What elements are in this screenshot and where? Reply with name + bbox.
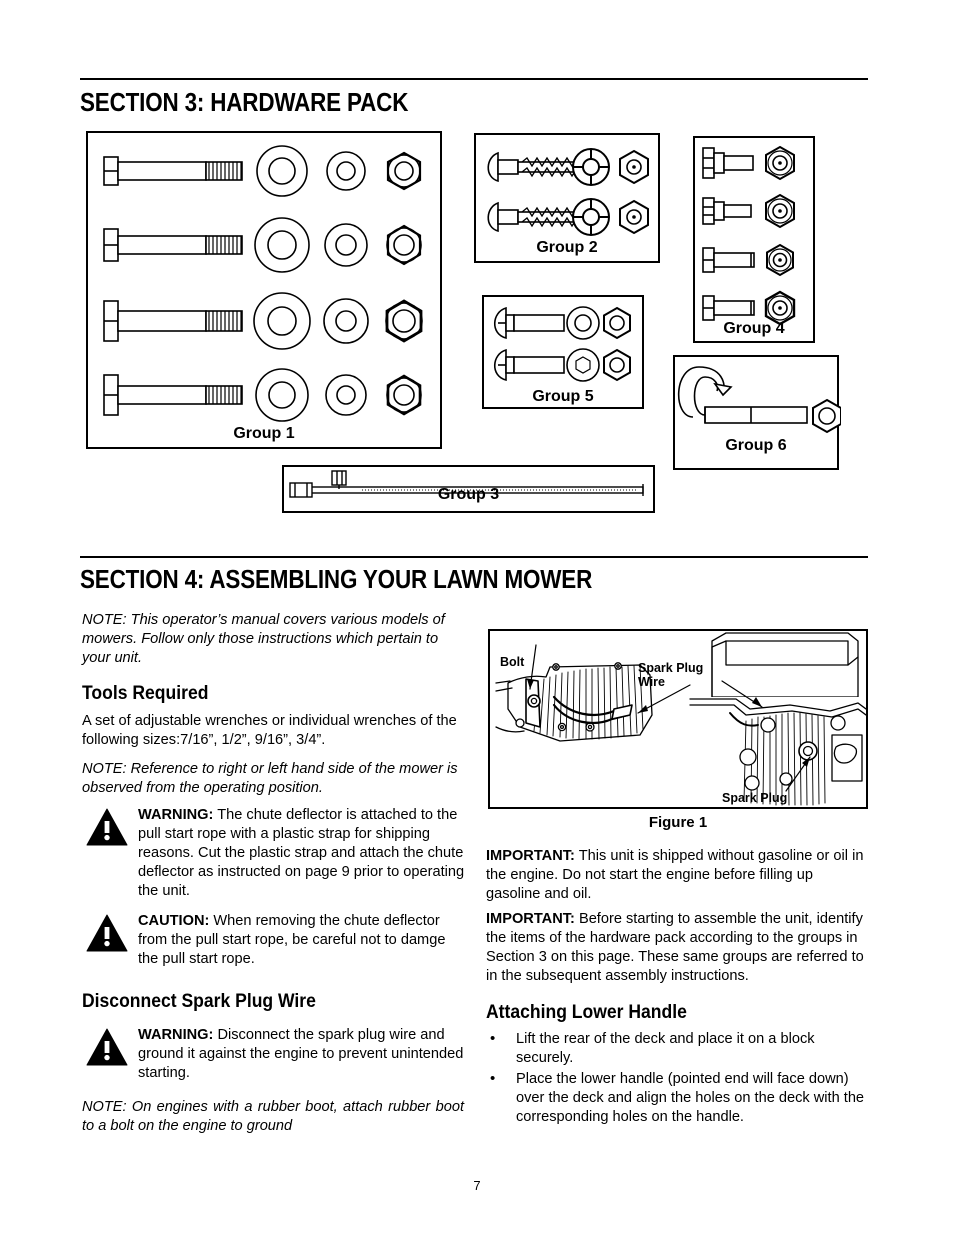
tools-required-note: NOTE: Reference to right or left hand si…: [82, 761, 458, 796]
figure1-label-spark-plug: Spark Plug: [722, 791, 788, 805]
warning-triangle-icon: [86, 808, 128, 846]
tools-required-body: A set of adjustable wrenches or individu…: [82, 713, 457, 748]
caution-text-chute-deflector: CAUTION: When removing the chute deflect…: [138, 912, 466, 969]
attaching-lower-handle-heading: Attaching Lower Handle: [486, 1001, 687, 1023]
caution-triangle-icon: [86, 914, 128, 952]
group6-label: Group 6: [725, 437, 787, 454]
group5-label: Group 5: [532, 388, 594, 405]
list-item: Lift the rear of the deck and place it o…: [486, 1029, 872, 1068]
warning-text-chute-deflector: WARNING: The chute deflector is attached…: [138, 806, 466, 901]
important-block-2: IMPORTANT: Before starting to assemble t…: [486, 910, 868, 986]
disconnect-spark-plug-note: NOTE: On engines with a rubber boot, att…: [82, 1099, 464, 1134]
group4-illustration: [702, 145, 796, 326]
group1-label: Group 1: [233, 425, 295, 442]
group2-label: Group 2: [536, 239, 598, 256]
figure1-label-bolt: Bolt: [500, 655, 525, 669]
hardware-group1-box: [86, 131, 442, 449]
section4-intro-note: NOTE: This operator’s manual covers vari…: [82, 612, 445, 666]
caution-label: CAUTION:: [138, 913, 210, 929]
section4-top-rule: [80, 556, 868, 558]
tools-required-heading: Tools Required: [82, 682, 209, 704]
page-number: 7: [473, 1178, 481, 1193]
caution-block-chute-deflector: CAUTION: When removing the chute deflect…: [86, 912, 466, 969]
group1-illustration: [103, 145, 423, 422]
warning-label-2: WARNING:: [138, 1027, 214, 1043]
figure1-caption-wrap: Figure 1: [488, 814, 868, 831]
section3-heading: SECTION 3: HARDWARE PACK: [80, 89, 409, 117]
section4-heading: SECTION 4: ASSEMBLING YOUR LAWN MOWER: [80, 566, 593, 594]
attaching-lower-handle-list: Lift the rear of the deck and place it o…: [486, 1029, 872, 1127]
warning-triangle-icon-2: [86, 1028, 128, 1066]
warning-block-chute-deflector: WARNING: The chute deflector is attached…: [86, 806, 466, 901]
figure1-box: Bolt Spark Plug Wire Spark Plug: [488, 629, 868, 809]
figure1-label-spark-plug-wire: Spark Plug Wire: [638, 661, 704, 689]
section3-top-rule: [80, 78, 868, 80]
important-label-1: IMPORTANT:: [486, 848, 575, 864]
warning-block-spark-plug: WARNING: Disconnect the spark plug wire …: [86, 1026, 466, 1083]
warning-label: WARNING:: [138, 807, 214, 823]
important-block-1: IMPORTANT: This unit is shipped without …: [486, 847, 868, 904]
figure1-illustration: [495, 632, 866, 806]
group3-label: Group 3: [437, 486, 500, 503]
figure1-caption: Figure 1: [648, 814, 708, 831]
important-label-2: IMPORTANT:: [486, 911, 575, 927]
warning-text-spark-plug: WARNING: Disconnect the spark plug wire …: [138, 1026, 466, 1083]
disconnect-spark-plug-heading: Disconnect Spark Plug Wire: [82, 990, 316, 1012]
hardware-group4-box: [693, 136, 815, 343]
group4-label: Group 4: [723, 320, 785, 337]
list-item: Place the lower handle (pointed end will…: [486, 1069, 872, 1127]
